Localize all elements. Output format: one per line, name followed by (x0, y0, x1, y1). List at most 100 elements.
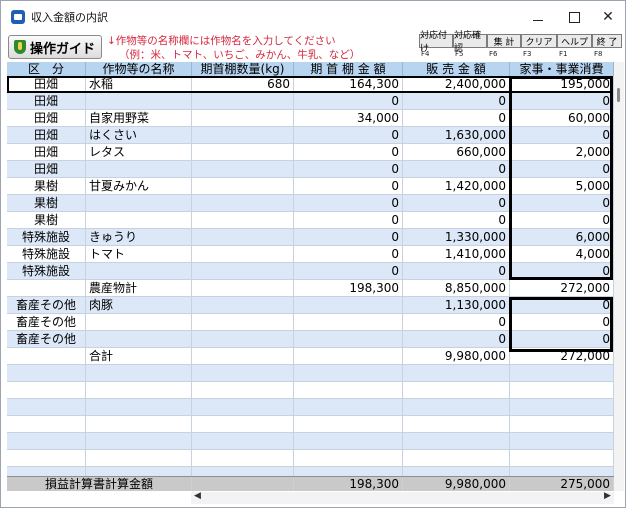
maximize-button[interactable] (557, 5, 591, 29)
cell-qty[interactable] (192, 161, 294, 177)
vertical-scrollbar[interactable] (614, 62, 624, 491)
cell-sales[interactable]: 0 (403, 331, 510, 347)
cell-sales[interactable]: 660,000 (403, 144, 510, 160)
cell-qty[interactable] (192, 127, 294, 143)
cell-qty[interactable] (192, 297, 294, 313)
cell-sales[interactable]: 9,980,000 (403, 348, 510, 364)
cell-qty[interactable] (192, 399, 294, 415)
cell-kubun[interactable]: 田畑 (7, 161, 86, 177)
cell-amt[interactable]: 0 (294, 246, 403, 262)
cell-qty[interactable] (192, 450, 294, 466)
cell-qty[interactable] (192, 348, 294, 364)
cell-kubun[interactable] (7, 450, 86, 466)
cell-sales[interactable]: 1,410,000 (403, 246, 510, 262)
cell-sales[interactable]: 0 (403, 314, 510, 330)
cell-qty[interactable] (192, 314, 294, 330)
cell-amt[interactable] (294, 348, 403, 364)
cell-kubun[interactable] (7, 348, 86, 364)
table-row[interactable] (7, 399, 614, 416)
cell-name[interactable]: レタス (86, 144, 192, 160)
cell-kubun[interactable] (7, 365, 86, 381)
cell-kubun[interactable]: 特殊施設 (7, 229, 86, 245)
table-row[interactable]: 農産物計 198,300 8,850,000 272,000 (7, 280, 614, 297)
cell-name[interactable] (86, 399, 192, 415)
cell-amt[interactable]: 0 (294, 263, 403, 279)
cell-name[interactable] (86, 331, 192, 347)
cell-amt[interactable] (294, 365, 403, 381)
cell-amt[interactable]: 0 (294, 144, 403, 160)
cell-name[interactable] (86, 433, 192, 449)
cell-amt[interactable] (294, 450, 403, 466)
cell-amt[interactable]: 0 (294, 195, 403, 211)
table-row[interactable] (7, 382, 614, 399)
table-row[interactable] (7, 416, 614, 433)
vertical-scroll-thumb[interactable] (617, 88, 620, 102)
cell-home[interactable] (510, 382, 614, 398)
minimize-button[interactable] (521, 5, 555, 29)
cell-name[interactable] (86, 314, 192, 330)
scroll-right-arrow-icon[interactable]: ▶ (604, 491, 611, 501)
cell-kubun[interactable]: 畜産その他 (7, 314, 86, 330)
cell-qty[interactable] (192, 280, 294, 296)
cell-amt[interactable] (294, 297, 403, 313)
cell-name[interactable]: 自家用野菜 (86, 110, 192, 126)
fkey-button-0[interactable]: 対応付け (419, 31, 453, 54)
cell-home[interactable] (510, 433, 614, 449)
cell-qty[interactable] (192, 93, 294, 109)
cell-name[interactable] (86, 263, 192, 279)
scroll-left-arrow-icon[interactable]: ◀ (194, 491, 201, 501)
cell-kubun[interactable]: 特殊施設 (7, 263, 86, 279)
fkey-button-3[interactable]: クリア (521, 34, 557, 48)
table-row[interactable] (7, 433, 614, 450)
fkey-button-4[interactable]: ヘルプ (557, 34, 592, 48)
cell-sales[interactable]: 1,130,000 (403, 297, 510, 313)
cell-amt[interactable] (294, 416, 403, 432)
cell-name[interactable]: 合計 (86, 348, 192, 364)
cell-amt[interactable]: 0 (294, 178, 403, 194)
cell-kubun[interactable]: 田畑 (7, 144, 86, 160)
cell-sales[interactable]: 0 (403, 110, 510, 126)
close-button[interactable]: ✕ (591, 5, 625, 29)
cell-sales[interactable]: 1,330,000 (403, 229, 510, 245)
cell-name[interactable] (86, 93, 192, 109)
cell-qty[interactable] (192, 229, 294, 245)
cell-sales[interactable]: 1,630,000 (403, 127, 510, 143)
fkey-button-1[interactable]: 対応確認 (453, 31, 487, 54)
cell-amt[interactable] (294, 331, 403, 347)
cell-home[interactable] (510, 399, 614, 415)
cell-sales[interactable] (403, 399, 510, 415)
cell-qty[interactable] (192, 246, 294, 262)
cell-home[interactable]: 272,000 (510, 280, 614, 296)
cell-kubun[interactable]: 畜産その他 (7, 331, 86, 347)
cell-qty[interactable] (192, 416, 294, 432)
cell-sales[interactable]: 1,420,000 (403, 178, 510, 194)
cell-home[interactable] (510, 450, 614, 466)
cell-sales[interactable] (403, 433, 510, 449)
cell-kubun[interactable] (7, 416, 86, 432)
cell-name[interactable] (86, 212, 192, 228)
cell-name[interactable] (86, 450, 192, 466)
cell-amt[interactable]: 0 (294, 229, 403, 245)
cell-sales[interactable]: 0 (403, 212, 510, 228)
cell-name[interactable]: きゅうり (86, 229, 192, 245)
cell-sales[interactable] (403, 450, 510, 466)
cell-name[interactable]: 肉豚 (86, 297, 192, 313)
cell-kubun[interactable]: 田畑 (7, 93, 86, 109)
cell-kubun[interactable] (7, 280, 86, 296)
cell-qty[interactable] (192, 433, 294, 449)
cell-sales[interactable] (403, 416, 510, 432)
cell-qty[interactable] (192, 195, 294, 211)
cell-name[interactable] (86, 161, 192, 177)
cell-kubun[interactable]: 果樹 (7, 195, 86, 211)
cell-sales[interactable]: 0 (403, 93, 510, 109)
cell-sales[interactable]: 8,850,000 (403, 280, 510, 296)
cell-name[interactable] (86, 416, 192, 432)
operation-guide-button[interactable]: 操作ガイド (8, 35, 102, 59)
cell-sales[interactable] (403, 365, 510, 381)
table-row[interactable] (7, 450, 614, 467)
table-row[interactable] (7, 365, 614, 382)
horizontal-scrollbar[interactable] (191, 492, 614, 504)
cell-qty[interactable] (192, 110, 294, 126)
cell-sales[interactable]: 0 (403, 195, 510, 211)
cell-name[interactable]: トマト (86, 246, 192, 262)
